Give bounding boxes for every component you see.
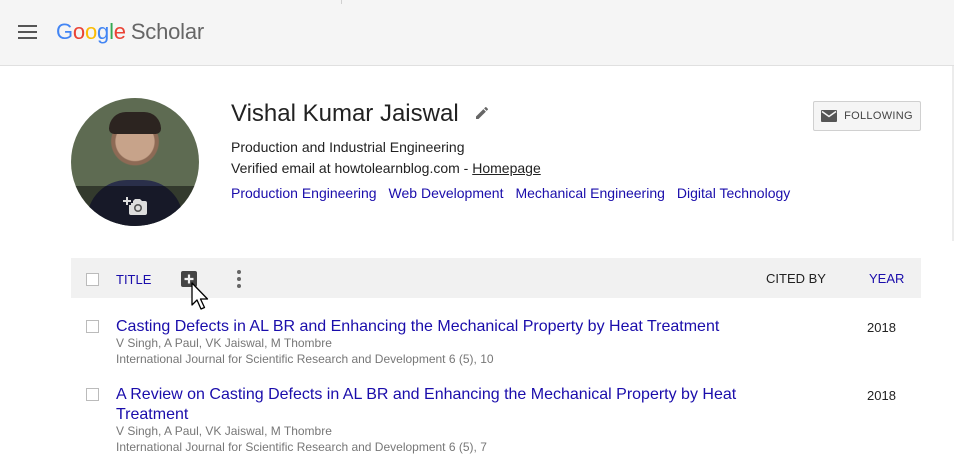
- profile-email: Verified email at howtolearnblog.com - H…: [231, 160, 541, 176]
- logo-letter: e: [113, 19, 126, 44]
- article-venue: International Journal for Scientific Res…: [116, 352, 494, 366]
- year-sort-header[interactable]: YEAR: [869, 271, 904, 286]
- mouse-pointer-icon: [191, 282, 209, 310]
- row-checkbox[interactable]: [86, 388, 99, 401]
- logo-letter: o: [84, 19, 98, 44]
- cited-by-header[interactable]: CITED BY: [766, 271, 826, 286]
- interest-link[interactable]: Production Engineering: [231, 185, 377, 201]
- google-scholar-logo[interactable]: Google Scholar: [56, 19, 204, 45]
- research-interests: Production Engineering Web Development Mec…: [231, 185, 802, 201]
- interest-link[interactable]: Web Development: [389, 185, 504, 201]
- interest-link[interactable]: Mechanical Engineering: [515, 185, 664, 201]
- menu-icon[interactable]: [18, 25, 37, 40]
- table-row: A Review on Casting Defects in AL BR and…: [71, 385, 921, 457]
- more-vert-icon[interactable]: [236, 270, 242, 288]
- title-sort-header[interactable]: TITLE: [116, 272, 151, 287]
- profile-affiliation: Production and Industrial Engineering: [231, 139, 465, 155]
- camera-add-icon[interactable]: [123, 196, 147, 216]
- article-year[interactable]: 2018: [867, 320, 896, 335]
- article-title-link[interactable]: A Review on Casting Defects in AL BR and…: [116, 385, 766, 425]
- top-bar: Google Scholar: [0, 0, 954, 66]
- article-authors: V Singh, A Paul, VK Jaiswal, M Thombre: [116, 424, 332, 438]
- divider: [341, 0, 342, 4]
- homepage-link[interactable]: Homepage: [472, 160, 541, 176]
- logo-letter: G: [56, 19, 73, 44]
- interest-link[interactable]: Digital Technology: [677, 185, 790, 201]
- row-checkbox[interactable]: [86, 320, 99, 333]
- following-label: FOLLOWING: [844, 110, 913, 122]
- avatar[interactable]: [71, 98, 199, 226]
- table-row: Casting Defects in AL BR and Enhancing t…: [71, 317, 921, 369]
- email-text: Verified email at howtolearnblog.com -: [231, 160, 473, 176]
- article-venue: International Journal for Scientific Res…: [116, 440, 487, 454]
- logo-product: Scholar: [130, 19, 205, 44]
- profile-name: Vishal Kumar Jaiswal: [231, 100, 459, 127]
- logo-letter: o: [72, 19, 85, 44]
- article-title-link[interactable]: Casting Defects in AL BR and Enhancing t…: [116, 317, 766, 337]
- edit-icon[interactable]: [474, 105, 490, 121]
- following-button[interactable]: FOLLOWING: [813, 101, 921, 131]
- article-authors: V Singh, A Paul, VK Jaiswal, M Thombre: [116, 336, 332, 350]
- article-year[interactable]: 2018: [867, 388, 896, 403]
- select-all-checkbox[interactable]: [86, 273, 99, 286]
- logo-letter: g: [97, 19, 110, 44]
- mail-icon: [821, 110, 838, 122]
- articles-table-header: TITLE CITED BY YEAR: [71, 258, 921, 310]
- avatar-hair: [109, 112, 161, 134]
